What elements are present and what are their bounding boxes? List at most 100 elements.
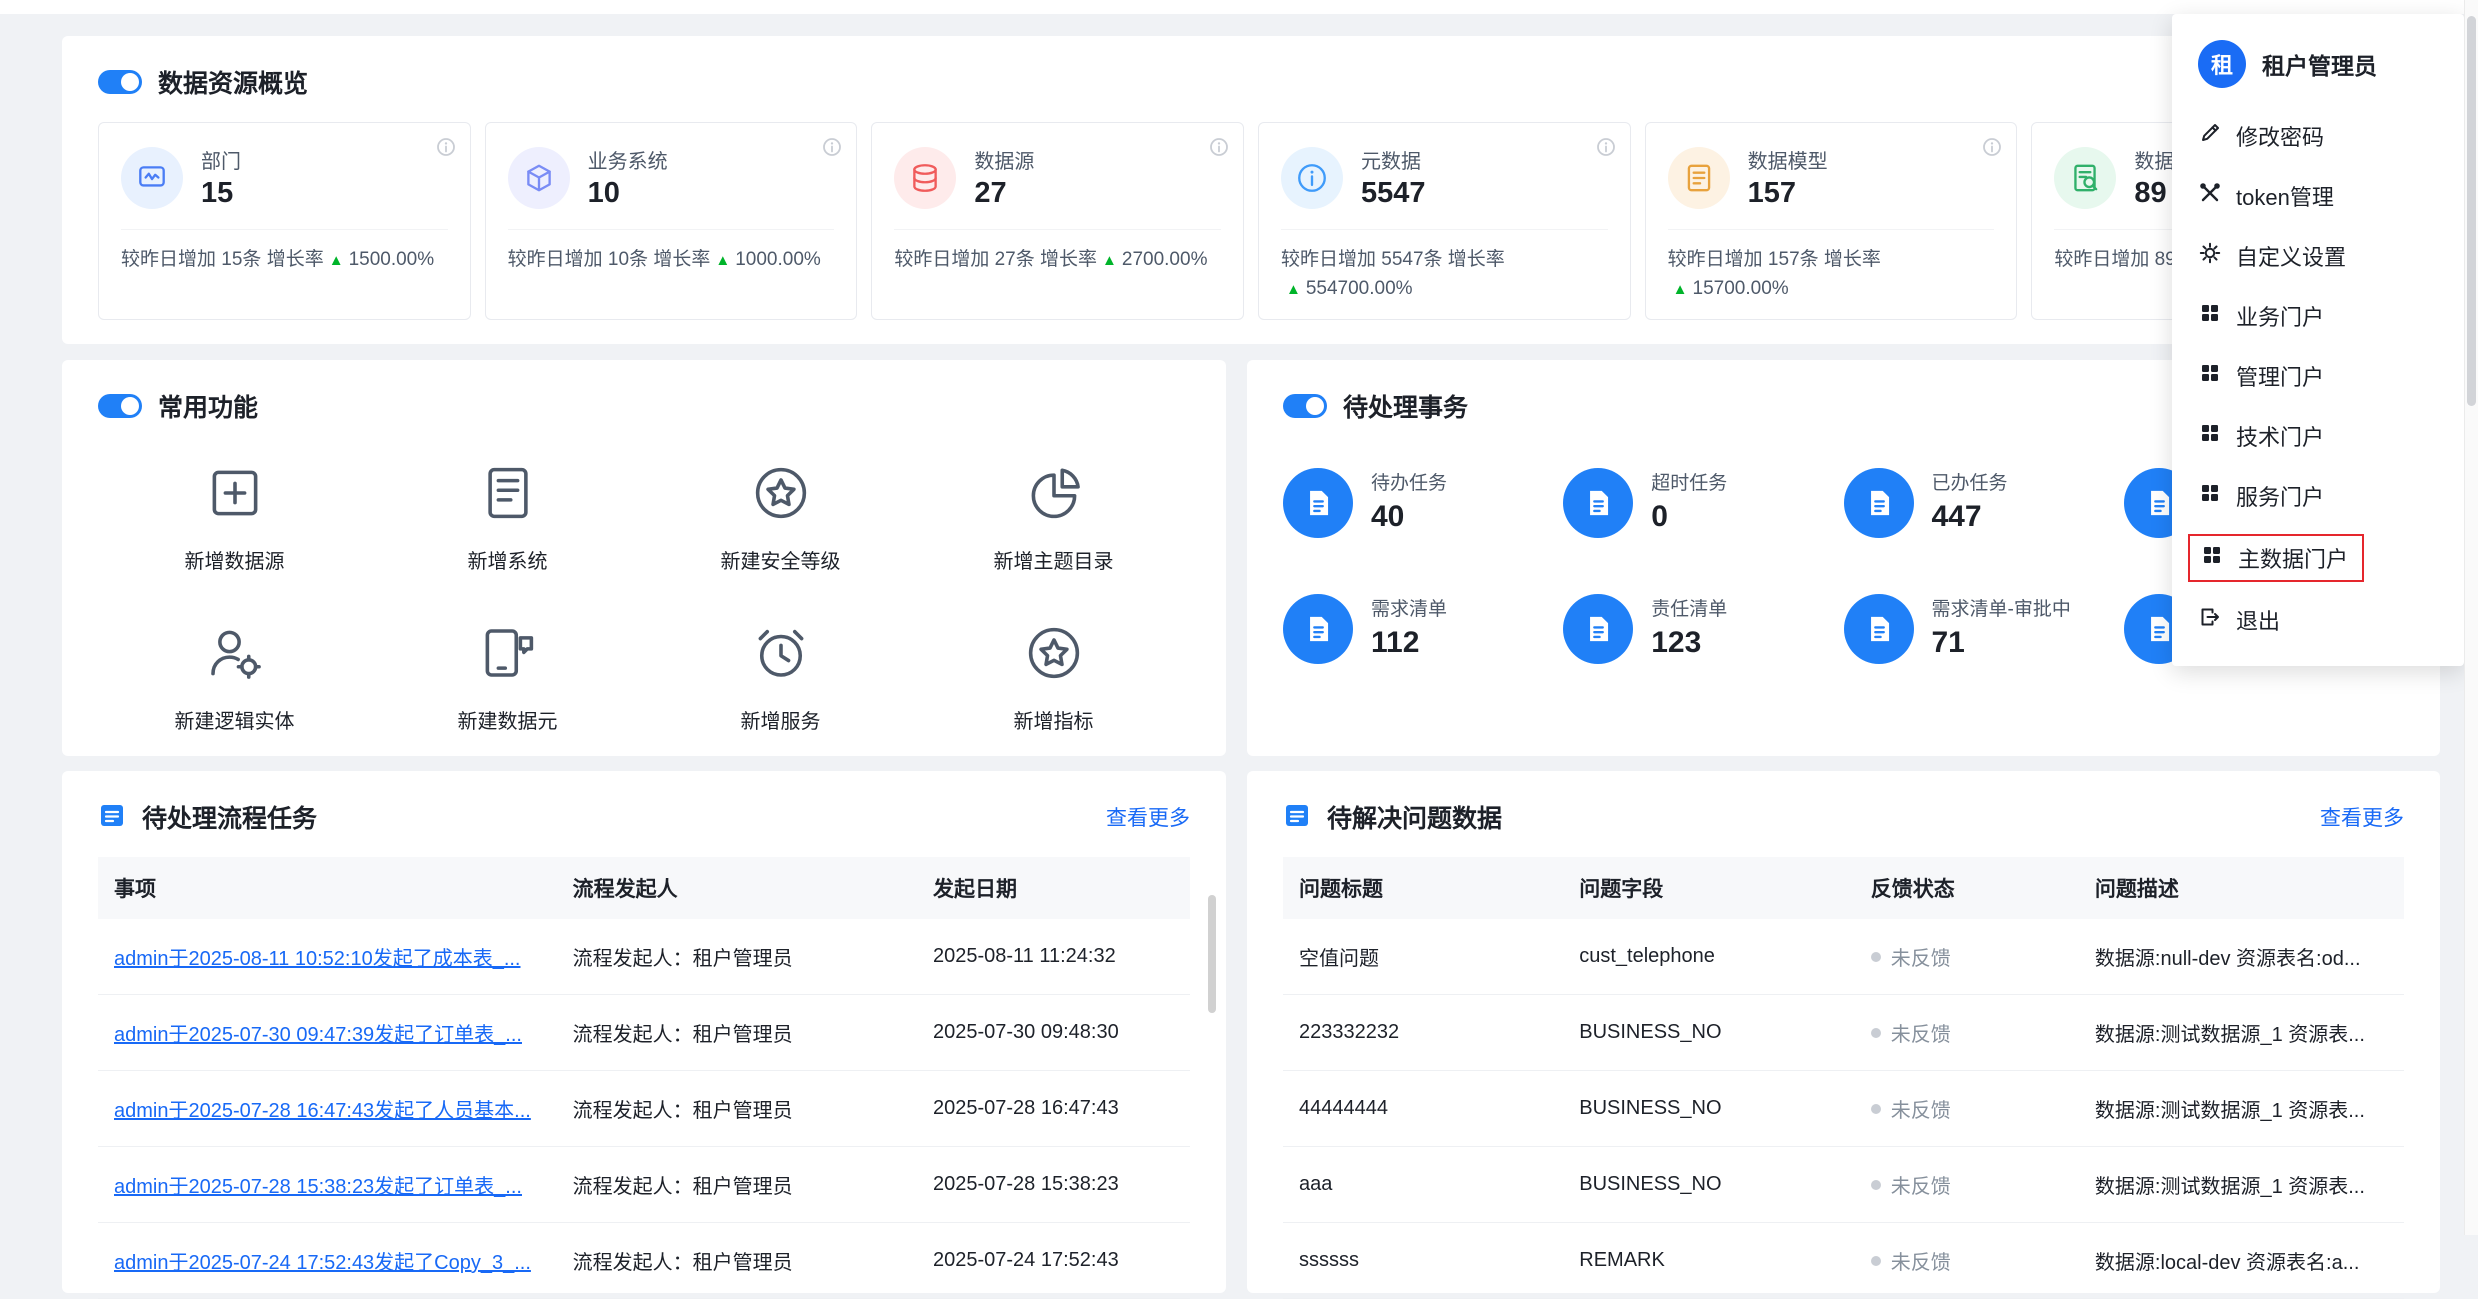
document-list-icon — [475, 460, 541, 531]
status-dot-icon — [1871, 1180, 1881, 1190]
table-scrollbar-thumb[interactable] — [1208, 895, 1216, 1013]
todo-pending-tasks[interactable]: 待办任务40 — [1283, 468, 1563, 538]
document-search-icon — [2054, 147, 2116, 209]
process-tasks-panel: 待处理流程任务 查看更多 事项 流程发起人 发起日期 admin于2025-08… — [62, 771, 1226, 1293]
table-row: 223332232 BUSINESS_NO 未反馈 数据源:测试数据源_1 资源… — [1283, 995, 2404, 1071]
grid-icon — [2198, 301, 2222, 331]
task-item-link[interactable]: admin于2025-07-24 17:52:43发起了Copy_3_... — [114, 1252, 531, 1274]
grid-icon — [2200, 543, 2224, 573]
shortcut-add-service[interactable]: 新增服务 — [644, 620, 917, 734]
menu-item-technical-portal[interactable]: 技术门户 — [2172, 406, 2464, 466]
menu-item-management-portal[interactable]: 管理门户 — [2172, 346, 2464, 406]
table-row: aaa BUSINESS_NO 未反馈 数据源:测试数据源_1 资源表... — [1283, 1147, 2404, 1223]
info-icon[interactable] — [1596, 137, 1616, 157]
column-header: 反馈状态 — [1855, 857, 2079, 919]
shortcut-new-security-level[interactable]: 新建安全等级 — [644, 460, 917, 574]
menu-item-change-password[interactable]: 修改密码 — [2172, 106, 2464, 166]
star-circle-icon — [1021, 620, 1087, 691]
menu-item-masterdata-portal[interactable]: 主数据门户 — [2172, 526, 2464, 590]
shortcut-new-logical-entity[interactable]: 新建逻辑实体 — [98, 620, 371, 734]
todos-toggle[interactable] — [1283, 394, 1327, 418]
task-item-link[interactable]: admin于2025-07-28 15:38:23发起了订单表_... — [114, 1176, 522, 1198]
top-bar — [0, 0, 2478, 14]
info-icon[interactable] — [436, 137, 456, 157]
problem-desc: 数据源:测试数据源_1 资源表... — [2079, 1071, 2404, 1147]
feedback-status: 未反馈 — [1871, 942, 2063, 971]
task-date: 2025-08-11 11:24:32 — [917, 919, 1190, 995]
user-menu-header: 租 租户管理员 — [2172, 36, 2464, 106]
todo-responsibility-list[interactable]: 责任清单123 — [1563, 594, 1843, 664]
growth-up-icon: ▲ — [1286, 281, 1301, 298]
stat-card-department: 部门 15 较昨日增加 15条 增长率▲1500.00% — [98, 122, 471, 320]
stat-card-metadata: 元数据 5547 较昨日增加 5547条 增长率▲554700.00% — [1258, 122, 1631, 320]
shortcut-add-datasource[interactable]: 新增数据源 — [98, 460, 371, 574]
document-badge-icon — [1283, 594, 1353, 664]
problem-field: BUSINESS_NO — [1563, 995, 1854, 1071]
department-chart-icon — [121, 147, 183, 209]
growth-percent: 2700.00% — [1122, 249, 1208, 270]
stat-label: 部门 — [201, 145, 241, 174]
menu-item-service-portal[interactable]: 服务门户 — [2172, 466, 2464, 526]
section-title: 常用功能 — [158, 388, 258, 424]
page-scrollbar-thumb[interactable] — [2467, 16, 2476, 406]
growth-up-icon: ▲ — [329, 252, 344, 269]
todo-requirement-list[interactable]: 需求清单112 — [1283, 594, 1563, 664]
document-badge-icon — [1844, 594, 1914, 664]
view-more-link[interactable]: 查看更多 — [2320, 802, 2404, 832]
phone-message-icon — [475, 620, 541, 691]
stat-change: 较昨日增加 157条 增长率▲15700.00% — [1668, 229, 1995, 304]
page-scrollbar[interactable] — [2464, 0, 2478, 1235]
stat-cards: 部门 15 较昨日增加 15条 增长率▲1500.00% 业务系统 10 较昨日… — [98, 122, 2404, 320]
shortcut-add-topic-catalog[interactable]: 新增主题目录 — [917, 460, 1190, 574]
stat-change: 较昨日增加 15条 增长率▲1500.00% — [121, 229, 448, 274]
document-badge-icon — [1283, 468, 1353, 538]
task-initiator: 流程发起人：租户管理员 — [557, 1147, 917, 1223]
stat-label: 元数据 — [1361, 145, 1426, 174]
menu-item-custom-settings[interactable]: 自定义设置 — [2172, 226, 2464, 286]
info-icon[interactable] — [822, 137, 842, 157]
menu-item-business-portal[interactable]: 业务门户 — [2172, 286, 2464, 346]
logout-icon — [2198, 605, 2222, 635]
problem-title: aaa — [1283, 1147, 1563, 1223]
problem-desc: 数据源:测试数据源_1 资源表... — [2079, 995, 2404, 1071]
table-row: ssssss REMARK 未反馈 数据源:local-dev 资源表名:a..… — [1283, 1223, 2404, 1299]
todo-requirement-approving[interactable]: 需求清单-审批中71 — [1844, 594, 2124, 664]
view-more-link[interactable]: 查看更多 — [1106, 802, 1190, 832]
shortcut-add-indicator[interactable]: 新增指标 — [917, 620, 1190, 734]
task-item-link[interactable]: admin于2025-07-30 09:47:39发起了订单表_... — [114, 1024, 522, 1046]
problem-desc: 数据源:测试数据源_1 资源表... — [2079, 1147, 2404, 1223]
table-header-row: 事项 流程发起人 发起日期 — [98, 857, 1190, 919]
highlight-box: 主数据门户 — [2188, 534, 2364, 582]
info-circle-icon — [1281, 147, 1343, 209]
gear-icon — [2198, 241, 2222, 271]
stat-label: 数据模型 — [1748, 145, 1828, 174]
function-shortcuts: 新增数据源 新增系统 新建安全等级 新增主题目录 新建逻辑实体 新建数据元 新增… — [98, 460, 1190, 734]
status-dot-icon — [1871, 952, 1881, 962]
document-icon — [1668, 147, 1730, 209]
shortcut-add-system[interactable]: 新增系统 — [371, 460, 644, 574]
menu-item-token-management[interactable]: token管理 — [2172, 166, 2464, 226]
functions-toggle[interactable] — [98, 394, 142, 418]
todo-overdue-tasks[interactable]: 超时任务0 — [1563, 468, 1843, 538]
stat-card-datasource: 数据源 27 较昨日增加 27条 增长率▲2700.00% — [871, 122, 1244, 320]
user-gear-icon — [202, 620, 268, 691]
stat-label: 数据源 — [974, 145, 1034, 174]
overview-toggle[interactable] — [98, 70, 142, 94]
task-item-link[interactable]: admin于2025-08-11 10:52:10发起了成本表_... — [114, 948, 521, 970]
tools-icon — [2198, 181, 2222, 211]
todo-done-tasks[interactable]: 已办任务447 — [1844, 468, 2124, 538]
shortcut-new-data-element[interactable]: 新建数据元 — [371, 620, 644, 734]
column-header: 问题字段 — [1563, 857, 1854, 919]
info-icon[interactable] — [1982, 137, 2002, 157]
problem-desc: 数据源:null-dev 资源表名:od... — [2079, 919, 2404, 995]
menu-item-logout[interactable]: 退出 — [2172, 590, 2464, 650]
info-icon[interactable] — [1209, 137, 1229, 157]
task-item-link[interactable]: admin于2025-07-28 16:47:43发起了人员基本... — [114, 1100, 531, 1122]
pie-chart-icon — [1021, 460, 1087, 531]
table-row: 空值问题 cust_telephone 未反馈 数据源:null-dev 资源表… — [1283, 919, 2404, 995]
column-header: 问题标题 — [1283, 857, 1563, 919]
problem-desc: 数据源:local-dev 资源表名:a... — [2079, 1223, 2404, 1299]
user-dropdown-menu: 租 租户管理员 修改密码 token管理 自定义设置 业务门户 管理门户 技术门… — [2172, 14, 2464, 666]
problem-field: cust_telephone — [1563, 919, 1854, 995]
growth-up-icon: ▲ — [1102, 252, 1117, 269]
